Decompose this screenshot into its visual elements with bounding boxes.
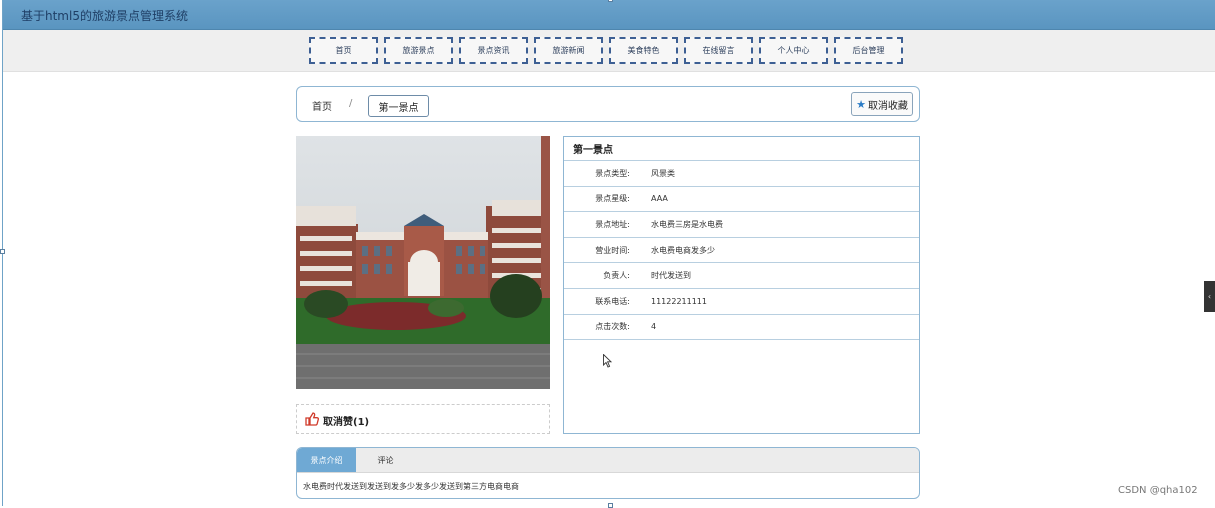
detail-row: 负责人: 时代发送到 xyxy=(564,263,919,289)
breadcrumb-separator: / xyxy=(349,98,353,109)
breadcrumb-home[interactable]: 首页 xyxy=(312,98,332,113)
detail-value: 风景类 xyxy=(651,168,675,178)
detail-key: 景点地址: xyxy=(595,219,630,229)
unlike-label: 取消赞(1) xyxy=(323,417,370,428)
detail-key: 景点类型: xyxy=(595,168,630,178)
nav-item-spot-info[interactable]: 景点资讯 xyxy=(459,37,528,64)
nav-item-admin[interactable]: 后台管理 xyxy=(834,37,903,64)
resize-handle-top[interactable] xyxy=(608,0,613,2)
nav-item-travel-news[interactable]: 旅游新闻 xyxy=(534,37,603,64)
detail-row: 景点类型: 风景类 xyxy=(564,161,919,187)
watermark: CSDN @qha102 xyxy=(1118,485,1198,496)
detail-key: 景点星级: xyxy=(595,194,630,204)
app-title: 基于html5的旅游景点管理系统 xyxy=(21,9,188,23)
detail-row: 景点星级: AAA xyxy=(564,187,919,213)
side-collapse-handle[interactable]: ‹ xyxy=(1204,281,1215,312)
tab-bar: 景点介绍 评论 xyxy=(297,448,919,473)
detail-key: 负责人: xyxy=(603,271,630,281)
nav-item-home[interactable]: 首页 xyxy=(309,37,378,64)
star-icon: ★ xyxy=(856,97,866,111)
tab-spot-intro[interactable]: 景点介绍 xyxy=(297,448,356,472)
nav-item-scenic-spots[interactable]: 旅游景点 xyxy=(384,37,453,64)
nav-item-messages[interactable]: 在线留言 xyxy=(684,37,753,64)
chevron-left-icon: ‹ xyxy=(1207,292,1212,301)
breadcrumb: 首页 / 第一景点 ★ 取消收藏 xyxy=(296,86,920,122)
detail-value: 水电费电商发多少 xyxy=(651,245,715,255)
resize-handle-left[interactable] xyxy=(0,249,5,254)
mouse-cursor-icon xyxy=(603,354,613,368)
main-nav: 首页 旅游景点 景点资讯 旅游新闻 美食特色 在线留言 个人中心 后台管理 xyxy=(309,37,903,64)
nav-item-personal-center[interactable]: 个人中心 xyxy=(759,37,828,64)
tab-comments[interactable]: 评论 xyxy=(356,448,415,472)
detail-row: 景点地址: 水电费三房是水电费 xyxy=(564,212,919,238)
spot-tabs-panel: 景点介绍 评论 水电费时代发送到发送到发多少发多少发送到第三方电商电商 xyxy=(296,447,920,499)
main-nav-bar: 首页 旅游景点 景点资讯 旅游新闻 美食特色 在线留言 个人中心 后台管理 xyxy=(3,30,1215,72)
unlike-button[interactable]: 取消赞(1) xyxy=(296,404,550,434)
tab-content: 水电费时代发送到发送到发多少发多少发送到第三方电商电商 xyxy=(303,482,519,491)
breadcrumb-current: 第一景点 xyxy=(368,95,429,117)
detail-row: 点击次数: 4 xyxy=(564,315,919,341)
unfavorite-label: 取消收藏 xyxy=(867,100,908,112)
thumbs-up-icon xyxy=(305,412,319,426)
detail-row: 联系电话: 11122211111 xyxy=(564,289,919,315)
unfavorite-button[interactable]: ★ 取消收藏 xyxy=(851,92,913,116)
scenic-spot-photo xyxy=(296,136,550,389)
detail-value: 水电费三房是水电费 xyxy=(651,219,723,229)
detail-key: 点击次数: xyxy=(595,322,630,332)
spot-name: 第一景点 xyxy=(564,137,919,161)
detail-key: 营业时间: xyxy=(595,245,630,255)
detail-value: 11122211111 xyxy=(651,296,707,306)
nav-item-food[interactable]: 美食特色 xyxy=(609,37,678,64)
detail-row: 营业时间: 水电费电商发多少 xyxy=(564,238,919,264)
detail-value: AAA xyxy=(651,194,668,204)
title-bar: 基于html5的旅游景点管理系统 xyxy=(3,0,1215,30)
detail-value: 4 xyxy=(651,322,657,332)
detail-key: 联系电话: xyxy=(595,296,630,306)
detail-value: 时代发送到 xyxy=(651,271,691,281)
spot-detail-panel: 第一景点 景点类型: 风景类 景点星级: AAA 景点地址: 水电费三房是水电费 营业… xyxy=(563,136,920,434)
